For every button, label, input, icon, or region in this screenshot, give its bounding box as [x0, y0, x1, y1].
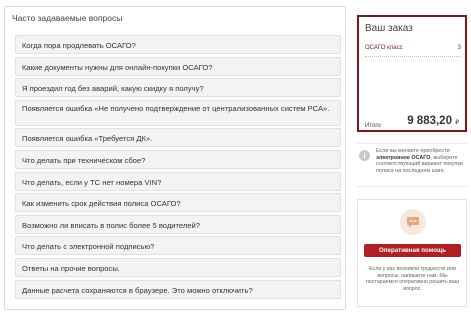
- help-text: Если у вас возникли трудности или вопрос…: [365, 266, 460, 292]
- faq-list: Когда пора продлевать ОСАГО? Какие докум…: [15, 35, 341, 301]
- order-summary: Ваш заказ ОСАГО класс 3 Итого 9 883,20 ₽: [357, 15, 467, 132]
- faq-title: Часто задаваемые вопросы: [12, 13, 123, 23]
- faq-item[interactable]: Когда пора продлевать ОСАГО?: [15, 35, 341, 54]
- info-text: Если вы желаете приобрести электронное О…: [376, 148, 464, 174]
- info-icon: i: [359, 150, 370, 161]
- order-total-label: Итого: [365, 123, 381, 129]
- faq-item[interactable]: Я проездил год без аварий, какую скидку …: [15, 78, 341, 98]
- info-text-start: Если вы желаете приобрести: [376, 148, 450, 154]
- faq-item[interactable]: Возможно ли вписать в полис более 5 води…: [15, 214, 341, 234]
- faq-item[interactable]: Какие документы нужны для онлайн-покупки…: [15, 56, 341, 76]
- electronic-osago-info: i Если вы желаете приобрести электронное…: [357, 143, 467, 187]
- faq-item[interactable]: Что делать при техническом сбое?: [15, 149, 341, 169]
- faq-item[interactable]: Данные расчета сохраняются в браузере. Э…: [15, 279, 341, 299]
- quick-help-button[interactable]: Оперативная помощь: [364, 244, 461, 257]
- help-panel: Оперативная помощь Если у вас возникли т…: [357, 199, 467, 307]
- faq-item[interactable]: Что делать, если у ТС нет номера VIN?: [15, 171, 341, 191]
- currency-symbol: ₽: [455, 120, 459, 126]
- faq-item[interactable]: Ответы на прочие вопросы.: [15, 257, 341, 277]
- order-total: Итого 9 883,20 ₽: [359, 1, 465, 129]
- order-total-value: 9 883,20 ₽: [407, 115, 459, 127]
- faq-item[interactable]: Появляется ошибка «Требуется ДК».: [15, 128, 341, 148]
- faq-item[interactable]: Появляется ошибка «Не получено подтвержд…: [15, 99, 341, 126]
- chat-bubble-icon: [400, 209, 426, 235]
- faq-item[interactable]: Что делать с электронной подписью?: [15, 236, 341, 256]
- faq-panel: Часто задаваемые вопросы Когда пора прод…: [4, 6, 346, 310]
- faq-item[interactable]: Как изменить срок действия полиса ОСАГО?: [15, 193, 341, 213]
- info-text-bold: электронное ОСАГО: [376, 154, 431, 161]
- order-total-amount: 9 883,20: [407, 115, 452, 127]
